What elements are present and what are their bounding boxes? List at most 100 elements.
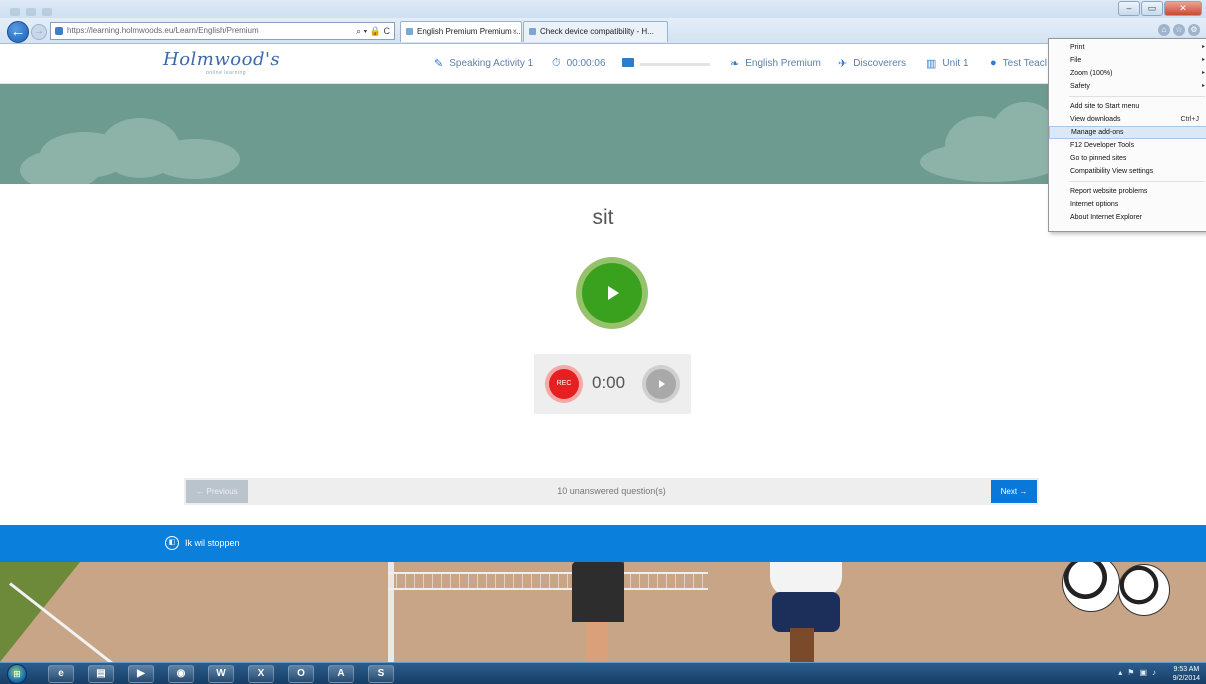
level-indicator[interactable]: ✈ Discoverers — [838, 57, 906, 70]
books-icon: ▥ — [926, 58, 937, 70]
start-button[interactable]: ⊞ — [7, 664, 27, 684]
next-button[interactable]: Next → — [991, 480, 1037, 503]
course-indicator[interactable]: ❧ English Premium — [730, 57, 821, 70]
clock-date: 9/2/2014 — [1172, 675, 1200, 682]
menu-item-safety[interactable]: Safety ▸ — [1049, 80, 1206, 93]
record-label: REC — [549, 369, 579, 399]
tab-close-icon[interactable]: × — [512, 22, 517, 41]
tab-label: English Premium Premium ... — [417, 27, 521, 36]
menu-separator — [1069, 181, 1205, 182]
address-bar[interactable]: https://learning.holmwoods.eu/Learn/Engl… — [50, 22, 395, 40]
play-icon — [608, 286, 619, 300]
app-header: Holmwood's online learning ✎ Speaking Ac… — [0, 44, 1206, 84]
play-audio-button[interactable] — [576, 257, 648, 329]
activity-label: Speaking Activity 1 — [449, 58, 534, 69]
submenu-arrow-icon: ▸ — [1201, 70, 1205, 76]
home-icon[interactable]: ⌂ — [1158, 24, 1170, 36]
footer-bar: ◧ Ik wil stoppen — [0, 525, 1206, 562]
stop-label: Ik wil stoppen — [185, 538, 240, 548]
system-clock[interactable]: 9:53 AM 9/2/2014 — [1173, 665, 1200, 683]
windows-taskbar: ⊞ e ▤ ▶ ◉ W X O A S ▴ ⚑ ▣ ♪ 9:53 AM 9/2/… — [0, 662, 1206, 684]
taskbar-excel-icon[interactable]: X — [248, 665, 274, 683]
back-button[interactable]: ← — [7, 21, 29, 43]
menu-item-pinned-sites[interactable]: Go to pinned sites — [1049, 152, 1206, 165]
forward-button[interactable]: → — [31, 24, 47, 40]
taskbar-chrome-icon[interactable]: ◉ — [168, 665, 194, 683]
menu-item-internet-options[interactable]: Internet options — [1049, 198, 1206, 211]
address-url: https://learning.holmwoods.eu/Learn/Engl… — [67, 26, 259, 35]
playback-inner — [646, 369, 676, 399]
menu-shortcut: Ctrl+J — [1180, 116, 1199, 123]
system-tray: ▴ ⚑ ▣ ♪ — [1118, 668, 1156, 677]
tray-network-icon[interactable]: ▣ — [1139, 668, 1147, 677]
tray-flag-icon[interactable]: ⚑ — [1127, 668, 1134, 677]
menu-item-f12-tools[interactable]: F12 Developer Tools — [1049, 139, 1206, 152]
menu-item-zoom[interactable]: Zoom (100%) ▸ — [1049, 67, 1206, 80]
exit-icon: ◧ — [165, 536, 179, 550]
timer-indicator: ⏱ 00:00:06 — [552, 57, 606, 70]
taskbar-acrobat-icon[interactable]: A — [328, 665, 354, 683]
sports-illustration — [0, 562, 1206, 662]
browser-toolbar-icons: ⌂ ☆ ⚙ — [1158, 24, 1200, 36]
taskbar-explorer-icon[interactable]: ▤ — [88, 665, 114, 683]
menu-item-view-downloads[interactable]: View downloads Ctrl+J — [1049, 113, 1206, 126]
tab-english-premium[interactable]: English Premium Premium ... × — [400, 21, 522, 42]
tools-menu: Print ▸ File ▸ Zoom (100%) ▸ Safety ▸ Add si… — [1048, 38, 1206, 232]
playback-recording-button[interactable] — [642, 365, 680, 403]
tray-chevron-icon[interactable]: ▴ — [1118, 668, 1122, 677]
pencil-icon: ✎ — [434, 58, 444, 70]
activity-indicator: ✎ Speaking Activity 1 — [434, 57, 533, 70]
course-label: English Premium — [745, 58, 821, 69]
browser-nav-bar: ← → https://learning.holmwoods.eu/Learn/… — [0, 18, 1206, 44]
unit-label: Unit 1 — [942, 58, 969, 69]
site-favicon-icon — [55, 27, 63, 35]
voice-recorder: REC 0:00 — [534, 354, 691, 414]
play-icon — [659, 380, 665, 388]
stopwatch-icon: ⏱ — [552, 57, 561, 69]
unanswered-count: 10 unanswered question(s) — [557, 486, 666, 496]
rocket-icon: ✈ — [838, 58, 848, 70]
holmwoods-logo[interactable]: Holmwood's — [163, 49, 280, 70]
record-button[interactable]: REC — [545, 365, 583, 403]
address-tools[interactable]: ⌕ ▾ 🔒 C — [356, 23, 390, 39]
menu-item-add-to-start[interactable]: Add site to Start menu — [1049, 100, 1206, 113]
taskbar-outlook-icon[interactable]: O — [288, 665, 314, 683]
menu-item-print[interactable]: Print ▸ — [1049, 41, 1206, 54]
menu-item-file[interactable]: File ▸ — [1049, 54, 1206, 67]
menu-item-report-problems[interactable]: Report website problems — [1049, 185, 1206, 198]
clock-time: 9:53 AM — [1173, 666, 1200, 673]
user-indicator[interactable]: ● Test Teacl — [990, 57, 1047, 69]
menu-item-about-ie[interactable]: About Internet Explorer — [1049, 211, 1206, 224]
user-icon: ● — [990, 57, 997, 69]
menu-item-compat-view[interactable]: Compatibility View settings — [1049, 165, 1206, 178]
question-navigation: ← Previous 10 unanswered question(s) Nex… — [184, 478, 1039, 505]
recording-time: 0:00 — [592, 373, 626, 392]
play-audio-inner — [582, 263, 642, 323]
unit-indicator[interactable]: ▥ Unit 1 — [926, 57, 969, 70]
course-icon: ❧ — [730, 58, 740, 70]
menu-item-manage-addons[interactable]: Manage add-ons — [1049, 126, 1206, 139]
stop-link[interactable]: ◧ Ik wil stoppen — [165, 536, 240, 550]
taskbar-ie-icon[interactable]: e — [48, 665, 74, 683]
taskbar-skype-icon[interactable]: S — [368, 665, 394, 683]
taskbar-word-icon[interactable]: W — [208, 665, 234, 683]
submenu-arrow-icon: ▸ — [1201, 83, 1205, 89]
logo-subtitle: online learning — [206, 70, 247, 76]
submenu-arrow-icon: ▸ — [1201, 44, 1205, 50]
tab-check-device[interactable]: Check device compatibility - H... — [523, 21, 668, 42]
user-label: Test Teacl — [1002, 57, 1047, 69]
tab-favicon-icon — [529, 28, 536, 35]
tab-favicon-icon — [406, 28, 413, 35]
menu-separator — [1069, 96, 1205, 97]
submenu-arrow-icon: ▸ — [1201, 57, 1205, 63]
activity-progress-bar — [640, 63, 710, 66]
timer-label: 00:00:06 — [566, 58, 606, 69]
tools-gear-icon[interactable]: ⚙ — [1188, 24, 1200, 36]
maximize-button[interactable]: ▭ — [1141, 1, 1163, 16]
taskbar-media-player-icon[interactable]: ▶ — [128, 665, 154, 683]
close-window-button[interactable]: ✕ — [1164, 1, 1202, 16]
minimize-button[interactable]: – — [1118, 1, 1140, 16]
tray-volume-icon[interactable]: ♪ — [1152, 668, 1156, 677]
favorites-star-icon[interactable]: ☆ — [1173, 24, 1185, 36]
target-word: sit — [592, 206, 614, 229]
